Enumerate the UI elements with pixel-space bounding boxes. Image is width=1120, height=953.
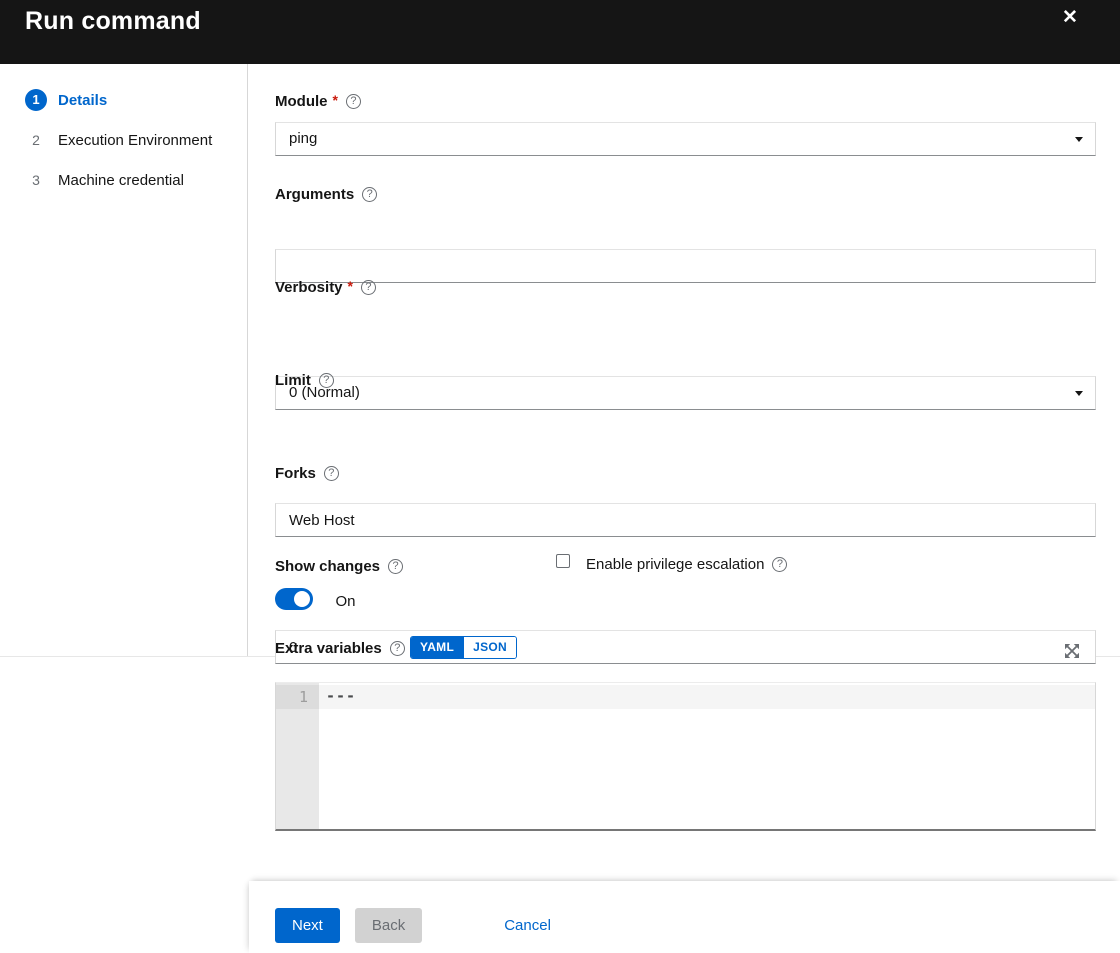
cancel-button[interactable]: Cancel xyxy=(487,908,568,943)
chevron-down-icon xyxy=(1075,137,1083,142)
close-icon[interactable]: ✕ xyxy=(1057,5,1083,31)
module-label: Module * ? xyxy=(275,92,1096,110)
toggle-knob xyxy=(294,591,310,607)
toggle-state-label: On xyxy=(335,593,355,610)
module-select[interactable]: ping xyxy=(275,122,1096,156)
extra-variables-label: Extra variables ? xyxy=(275,639,1096,657)
editor-line-gutter: 1 xyxy=(276,683,319,829)
help-icon[interactable]: ? xyxy=(362,187,377,202)
forks-field-group: Forks ? xyxy=(275,464,1096,482)
help-icon[interactable]: ? xyxy=(361,280,376,295)
limit-input[interactable] xyxy=(275,503,1096,537)
step-machine-credential[interactable]: 3 Machine credential xyxy=(0,169,247,191)
help-icon[interactable]: ? xyxy=(346,94,361,109)
step-label: Details xyxy=(58,92,107,109)
expand-icon[interactable] xyxy=(1061,641,1083,661)
page-title: Run command xyxy=(25,7,201,36)
help-icon[interactable]: ? xyxy=(388,559,403,574)
json-tab[interactable]: JSON xyxy=(463,637,516,658)
show-changes-toggle[interactable] xyxy=(275,588,313,610)
next-button[interactable]: Next xyxy=(275,908,340,943)
extra-variables-editor[interactable]: 1 --- xyxy=(275,682,1096,831)
yaml-tab[interactable]: YAML xyxy=(411,637,463,658)
extra-variables-field-group: Extra variables ? xyxy=(275,639,1096,657)
privilege-escalation-checkbox[interactable] xyxy=(556,554,570,568)
step-label: Execution Environment xyxy=(58,132,212,149)
modal-header: Run command ✕ xyxy=(0,0,1120,64)
step-label: Machine credential xyxy=(58,172,184,189)
arguments-label: Arguments ? xyxy=(275,185,1096,203)
limit-label: Limit ? xyxy=(275,371,1096,389)
step-number-badge: 1 xyxy=(25,89,47,111)
help-icon[interactable]: ? xyxy=(390,641,405,656)
chevron-down-icon xyxy=(1075,391,1083,396)
step-execution-environment[interactable]: 2 Execution Environment xyxy=(0,129,247,151)
verbosity-field-group: Verbosity * ? xyxy=(275,278,1096,296)
module-selected-value: ping xyxy=(289,130,317,147)
limit-field-group: Limit ? xyxy=(275,371,1096,389)
editor-active-line: --- xyxy=(319,685,1095,709)
editor-content: --- xyxy=(326,687,356,705)
help-icon[interactable]: ? xyxy=(772,557,787,572)
help-icon[interactable]: ? xyxy=(324,466,339,481)
step-number: 2 xyxy=(25,129,47,151)
wizard-footer: Next Back Cancel xyxy=(249,881,1120,953)
run-command-modal: Run command ✕ 1 Details 2 Execution Envi… xyxy=(0,0,1120,953)
line-number: 1 xyxy=(299,685,319,706)
module-field-group: Module * ? xyxy=(275,92,1096,110)
step-number: 3 xyxy=(25,169,47,191)
help-icon[interactable]: ? xyxy=(319,373,334,388)
active-line-gutter: 1 xyxy=(276,685,319,709)
required-marker: * xyxy=(333,92,338,108)
variables-format-toggle: YAML JSON xyxy=(410,636,517,659)
step-details[interactable]: 1 Details xyxy=(0,89,247,111)
verbosity-label: Verbosity * ? xyxy=(275,278,1096,296)
arguments-field-group: Arguments ? xyxy=(275,185,1096,203)
privilege-escalation-label: Enable privilege escalation ? xyxy=(586,556,787,573)
show-changes-row: On xyxy=(275,588,1096,615)
required-marker: * xyxy=(348,278,353,294)
back-button[interactable]: Back xyxy=(355,908,422,943)
wizard-step-nav: 1 Details 2 Execution Environment 3 Mach… xyxy=(0,64,248,656)
forks-label: Forks ? xyxy=(275,464,1096,482)
